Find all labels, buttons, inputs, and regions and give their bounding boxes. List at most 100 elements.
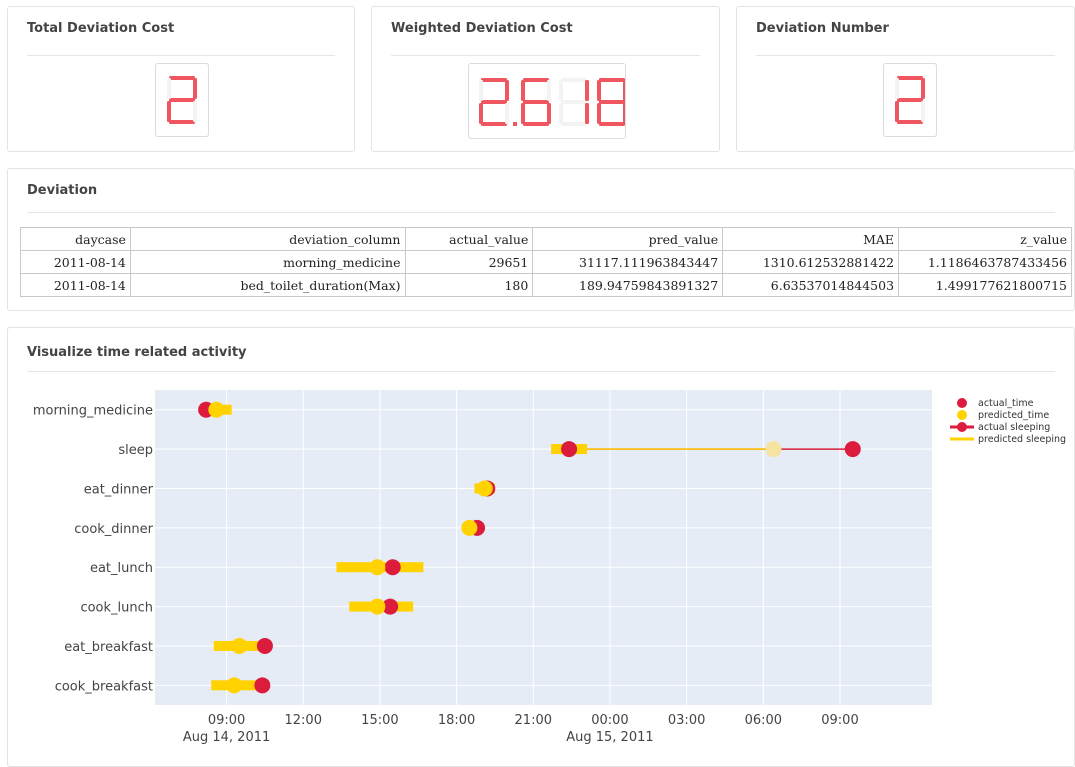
segment-g: [169, 98, 195, 102]
segment-g: [561, 100, 587, 104]
column-header[interactable]: actual_value: [404, 227, 534, 251]
x-tick-label: 06:00: [745, 713, 782, 728]
predicted-time-point[interactable]: [369, 559, 386, 576]
table-cell: bed_toilet_duration(Max): [129, 273, 406, 297]
divider: [27, 371, 1055, 372]
kpi-value-display: [167, 76, 197, 124]
legend-label: predicted sleeping: [978, 434, 1066, 445]
table-row: 2011-08-14 bed_toilet_duration(Max) 180 …: [20, 273, 1072, 297]
predicted-time-point[interactable]: [369, 598, 386, 615]
legend-item[interactable]: predicted_time: [957, 410, 1049, 421]
segment-a: [169, 76, 195, 80]
predicted-time-point[interactable]: [226, 677, 243, 694]
seven-segment-display: [155, 63, 209, 137]
segment-f: [167, 78, 171, 99]
segment-b: [547, 80, 551, 101]
actual-time-point[interactable]: [256, 637, 273, 654]
segment-e: [895, 101, 899, 122]
segment-a: [523, 78, 549, 82]
segment-c: [623, 103, 627, 124]
segment-b: [623, 80, 627, 101]
segment-f: [895, 78, 899, 99]
legend-marker: [957, 410, 967, 420]
segment-a: [481, 78, 507, 82]
y-tick-label: cook_breakfast: [55, 679, 153, 694]
table-header-row: daycase deviation_column actual_value pr…: [20, 227, 1072, 251]
predicted-time-point[interactable]: [231, 637, 248, 654]
segment-c: [193, 101, 197, 122]
segment-d: [169, 120, 195, 124]
kpi-title: Total Deviation Cost: [27, 21, 175, 36]
x-date-label: Aug 15, 2011: [566, 730, 653, 745]
segment-b: [921, 78, 925, 99]
divider: [756, 55, 1055, 56]
segment-g: [897, 98, 923, 102]
activity-chart-title: Visualize time related activity: [27, 345, 247, 360]
x-tick-label: 21:00: [515, 713, 552, 728]
table-cell: 2011-08-14: [20, 273, 131, 297]
segment-b: [193, 78, 197, 99]
segment-b: [505, 80, 509, 101]
table-cell: morning_medicine: [129, 250, 406, 274]
segment-g: [599, 100, 625, 104]
segment-f: [521, 80, 525, 101]
segment-a: [561, 78, 587, 82]
segment-e: [167, 101, 171, 122]
x-tick-label: 18:00: [438, 713, 475, 728]
segment-c: [921, 101, 925, 122]
column-header[interactable]: deviation_column: [129, 227, 406, 251]
legend-item[interactable]: actual_time: [957, 398, 1034, 409]
y-tick-label: eat_lunch: [90, 561, 153, 576]
table-cell: 6.63537014844503: [722, 273, 900, 297]
legend-marker: [957, 398, 967, 408]
column-header[interactable]: pred_value: [532, 227, 724, 251]
seven-segment-display: [883, 63, 937, 137]
column-header[interactable]: daycase: [20, 227, 131, 251]
kpi-card-total-deviation-cost: Total Deviation Cost: [7, 6, 355, 152]
segment-f: [479, 80, 483, 101]
predicted-sleeping-end-point[interactable]: [765, 441, 782, 458]
table-cell: 2011-08-14: [20, 250, 131, 274]
table-cell: 31117.111963843447: [532, 250, 724, 274]
actual-time-point[interactable]: [384, 559, 401, 576]
x-tick-label: 09:00: [208, 713, 245, 728]
segment-d: [481, 122, 507, 126]
segment-a: [897, 76, 923, 80]
segment-d: [599, 122, 625, 126]
table-cell: 29651: [404, 250, 534, 274]
segment-e: [521, 103, 525, 124]
y-tick-label: cook_lunch: [80, 601, 153, 616]
segment-c: [547, 103, 551, 124]
divider: [391, 55, 700, 56]
legend-label: actual_time: [978, 398, 1034, 409]
segment-d: [897, 120, 923, 124]
y-tick-label: eat_dinner: [84, 482, 154, 497]
y-tick-label: cook_dinner: [74, 522, 153, 537]
table-cell: 1310.612532881422: [722, 250, 900, 274]
predicted-time-point[interactable]: [476, 480, 493, 497]
segment-d: [561, 122, 587, 126]
actual-sleeping-start-point[interactable]: [561, 441, 578, 458]
x-tick-label: 15:00: [361, 713, 398, 728]
segment-g: [523, 100, 549, 104]
segment-g: [481, 100, 507, 104]
legend-item[interactable]: predicted sleeping: [950, 434, 1066, 445]
activity-scatter-chart[interactable]: 09:00 12:00 15:00 18:00 21:00 00:00 03:00 06:00…: [0, 380, 1075, 755]
predicted-time-point[interactable]: [208, 401, 225, 418]
x-tick-label: 09:00: [821, 713, 858, 728]
x-tick-label: 12:00: [285, 713, 322, 728]
predicted-time-point[interactable]: [461, 519, 478, 536]
segment-e: [479, 103, 483, 124]
segment-d: [523, 122, 549, 126]
deviation-table: daycase deviation_column actual_value pr…: [20, 227, 1072, 297]
column-header[interactable]: z_value: [898, 227, 1072, 251]
actual-sleeping-end-point[interactable]: [844, 441, 861, 458]
actual-time-point[interactable]: [254, 677, 271, 694]
segment-c: [505, 103, 509, 124]
divider: [27, 55, 335, 56]
kpi-title: Deviation Number: [756, 21, 889, 36]
segment-a: [599, 78, 625, 82]
column-header[interactable]: MAE: [722, 227, 900, 251]
y-tick-label: morning_medicine: [33, 404, 153, 419]
legend-item[interactable]: actual sleeping: [950, 422, 1050, 433]
